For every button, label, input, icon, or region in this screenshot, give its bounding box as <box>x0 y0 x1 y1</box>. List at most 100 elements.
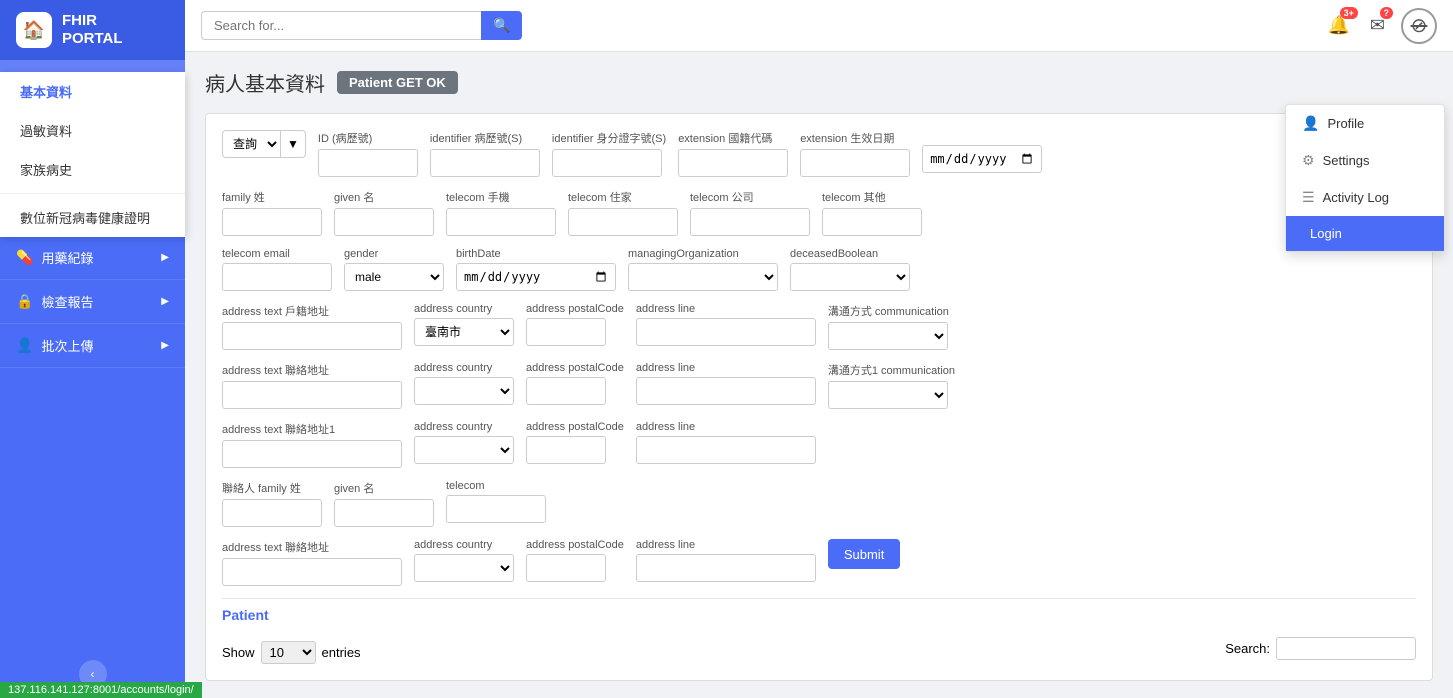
entries-select[interactable]: 10 25 50 <box>261 641 316 664</box>
query-dropdown-btn[interactable]: ▼ <box>280 130 306 158</box>
address-home-postal-input[interactable]: 704 <box>526 318 606 346</box>
upload-arrow: ▶ <box>161 340 169 351</box>
page-title: 病人基本資料 <box>205 68 325 97</box>
submenu-item-basic[interactable]: 基本資料 <box>0 72 185 111</box>
sidebar-item-report[interactable]: 🔒 檢查報告 ▶ <box>0 280 185 323</box>
contact-given-label: given 名 <box>334 480 434 496</box>
form-group-id: ID (病歷號) <box>318 130 418 177</box>
message-button[interactable]: ✉ ? <box>1366 11 1389 40</box>
given-label: given 名 <box>334 189 434 205</box>
communication1-label: 溝通方式1 communication <box>828 362 955 378</box>
contact-address-postal-input[interactable]: 704 <box>526 554 606 582</box>
page-content: 👤 Profile ⚙ Settings ☰ Activity Log Logi… <box>185 52 1453 698</box>
address-contact-postal-input[interactable]: 704 <box>526 377 606 405</box>
table-search-input[interactable] <box>1276 637 1416 660</box>
medicine-icon: 💊 <box>16 249 33 266</box>
sidebar-item-upload[interactable]: 👤 批次上傳 ▶ <box>0 324 185 367</box>
dropdown-item-settings[interactable]: ⚙ Settings <box>1286 142 1444 179</box>
submenu-divider <box>0 193 185 194</box>
search-input[interactable] <box>201 11 481 40</box>
address-home-input[interactable]: 000 台南市OO號 <box>222 322 402 350</box>
communication1-select[interactable] <box>828 381 948 409</box>
form-group-contact-address-country: address country <box>414 539 514 582</box>
form-group-address-home-country: address country 臺南市 <box>414 303 514 346</box>
settings-icon: ⚙ <box>1302 152 1315 169</box>
submenu-item-family[interactable]: 家族病史 <box>0 150 185 189</box>
form-group-address-contact1-postal: address postalCode 704 <box>526 421 624 464</box>
dropdown-label-activity: Activity Log <box>1323 190 1389 205</box>
search-button[interactable]: 🔍 <box>481 11 522 40</box>
header-right: 🔔 3+ ✉ ? ⊘ <box>1323 8 1437 44</box>
managing-org-select[interactable] <box>628 263 778 291</box>
identifier2-label: identifier 身分證字號(S) <box>552 130 666 146</box>
avatar-button[interactable]: ⊘ <box>1401 8 1437 44</box>
sidebar: 🏠 FHIR PORTAL 👤 病人資料 ▼ 🏥 門診作業 ▶ 🚨 <box>0 0 185 698</box>
address-contact1-country-select[interactable] <box>414 436 514 464</box>
email-input[interactable] <box>222 263 332 291</box>
sidebar-item-label-report: 檢查報告 <box>41 292 93 311</box>
address-contact1-line-input[interactable]: 小東路OO號 <box>636 436 816 464</box>
submit-button[interactable]: Submit <box>828 539 900 569</box>
medicine-arrow: ▶ <box>161 252 169 263</box>
address-contact-input[interactable]: 000 台南市OO號 <box>222 381 402 409</box>
address-home-line-label: address line <box>636 303 816 315</box>
form-group-contact-address: address text 聯絡地址 000 台南市OO號 <box>222 539 402 586</box>
contact-address-line-input[interactable]: 小東路OO號 <box>636 554 816 582</box>
telecom-home-input[interactable] <box>568 208 678 236</box>
address-home-line-input[interactable]: 小東路OO號 <box>636 318 816 346</box>
telecom-mobile-label: telecom 手機 <box>446 189 556 205</box>
date-input[interactable] <box>922 145 1042 173</box>
contact-address-input[interactable]: 000 台南市OO號 <box>222 558 402 586</box>
gender-select[interactable]: male female other <box>344 263 444 291</box>
form-group-extension2: extension 生效日期 <box>800 130 910 177</box>
form-group-address-contact-line: address line 小東路OO號 <box>636 362 816 405</box>
form-group-family: family 姓 <box>222 189 322 236</box>
deceased-select[interactable] <box>790 263 910 291</box>
form-group-email: telecom email <box>222 248 332 291</box>
dropdown-item-profile[interactable]: 👤 Profile <box>1286 105 1444 142</box>
form-group-contact-address-postal: address postalCode 704 <box>526 539 624 582</box>
address-contact1-input[interactable]: 000 台南市OO號 <box>222 440 402 468</box>
communication-select[interactable] <box>828 322 948 350</box>
report-icon: 🔒 <box>16 293 33 310</box>
address-home-label: address text 戶籍地址 <box>222 303 402 319</box>
address-contact-line-input[interactable]: 小東路OO號 <box>636 377 816 405</box>
id-input[interactable] <box>318 149 418 177</box>
form-group-address-contact-postal: address postalCode 704 <box>526 362 624 405</box>
identifier1-input[interactable] <box>430 149 540 177</box>
identifier2-input[interactable] <box>552 149 662 177</box>
form-group-telecom-home: telecom 住家 <box>568 189 678 236</box>
form-group-address-home: address text 戶籍地址 000 台南市OO號 <box>222 303 402 350</box>
query-select[interactable]: 查詢 <box>222 130 280 158</box>
notification-button[interactable]: 🔔 3+ <box>1323 11 1353 40</box>
extension1-input[interactable] <box>678 149 788 177</box>
form-row-3: telecom email gender male female other b… <box>222 248 1416 291</box>
address-home-country-select[interactable]: 臺南市 <box>414 318 514 346</box>
sidebar-item-medicine[interactable]: 💊 用藥紀錄 ▶ <box>0 236 185 279</box>
contact-family-input[interactable] <box>222 499 322 527</box>
extension2-input[interactable] <box>800 149 910 177</box>
contact-telecom-input[interactable] <box>446 495 546 523</box>
given-input[interactable] <box>334 208 434 236</box>
telecom-company-input[interactable] <box>690 208 810 236</box>
dropdown-item-login[interactable]: Login <box>1286 216 1444 251</box>
message-badge: ? <box>1380 7 1394 19</box>
family-input[interactable] <box>222 208 322 236</box>
address-contact1-postal-input[interactable]: 704 <box>526 436 606 464</box>
upload-icon: 👤 <box>16 337 33 354</box>
birthdate-input[interactable] <box>456 263 616 291</box>
email-label: telecom email <box>222 248 332 260</box>
status-badge: Patient GET OK <box>337 71 458 94</box>
submenu-item-allergy[interactable]: 過敏資料 <box>0 111 185 150</box>
telecom-other-input[interactable] <box>822 208 922 236</box>
form-group-given: given 名 <box>334 189 434 236</box>
address-contact-country-select[interactable] <box>414 377 514 405</box>
form-area: 查詢 ▼ ID (病歷號) identifier 病歷號(S) identifi… <box>205 113 1433 681</box>
submenu-item-covid[interactable]: 數位新冠病毒健康證明 <box>0 198 185 237</box>
contact-given-input[interactable] <box>334 499 434 527</box>
dropdown-item-activity[interactable]: ☰ Activity Log <box>1286 179 1444 216</box>
telecom-mobile-input[interactable] <box>446 208 556 236</box>
contact-family-label: 聯絡人 family 姓 <box>222 480 322 496</box>
contact-address-country-select[interactable] <box>414 554 514 582</box>
status-bar: 137.116.141.127:8001/accounts/login/ <box>0 682 202 698</box>
